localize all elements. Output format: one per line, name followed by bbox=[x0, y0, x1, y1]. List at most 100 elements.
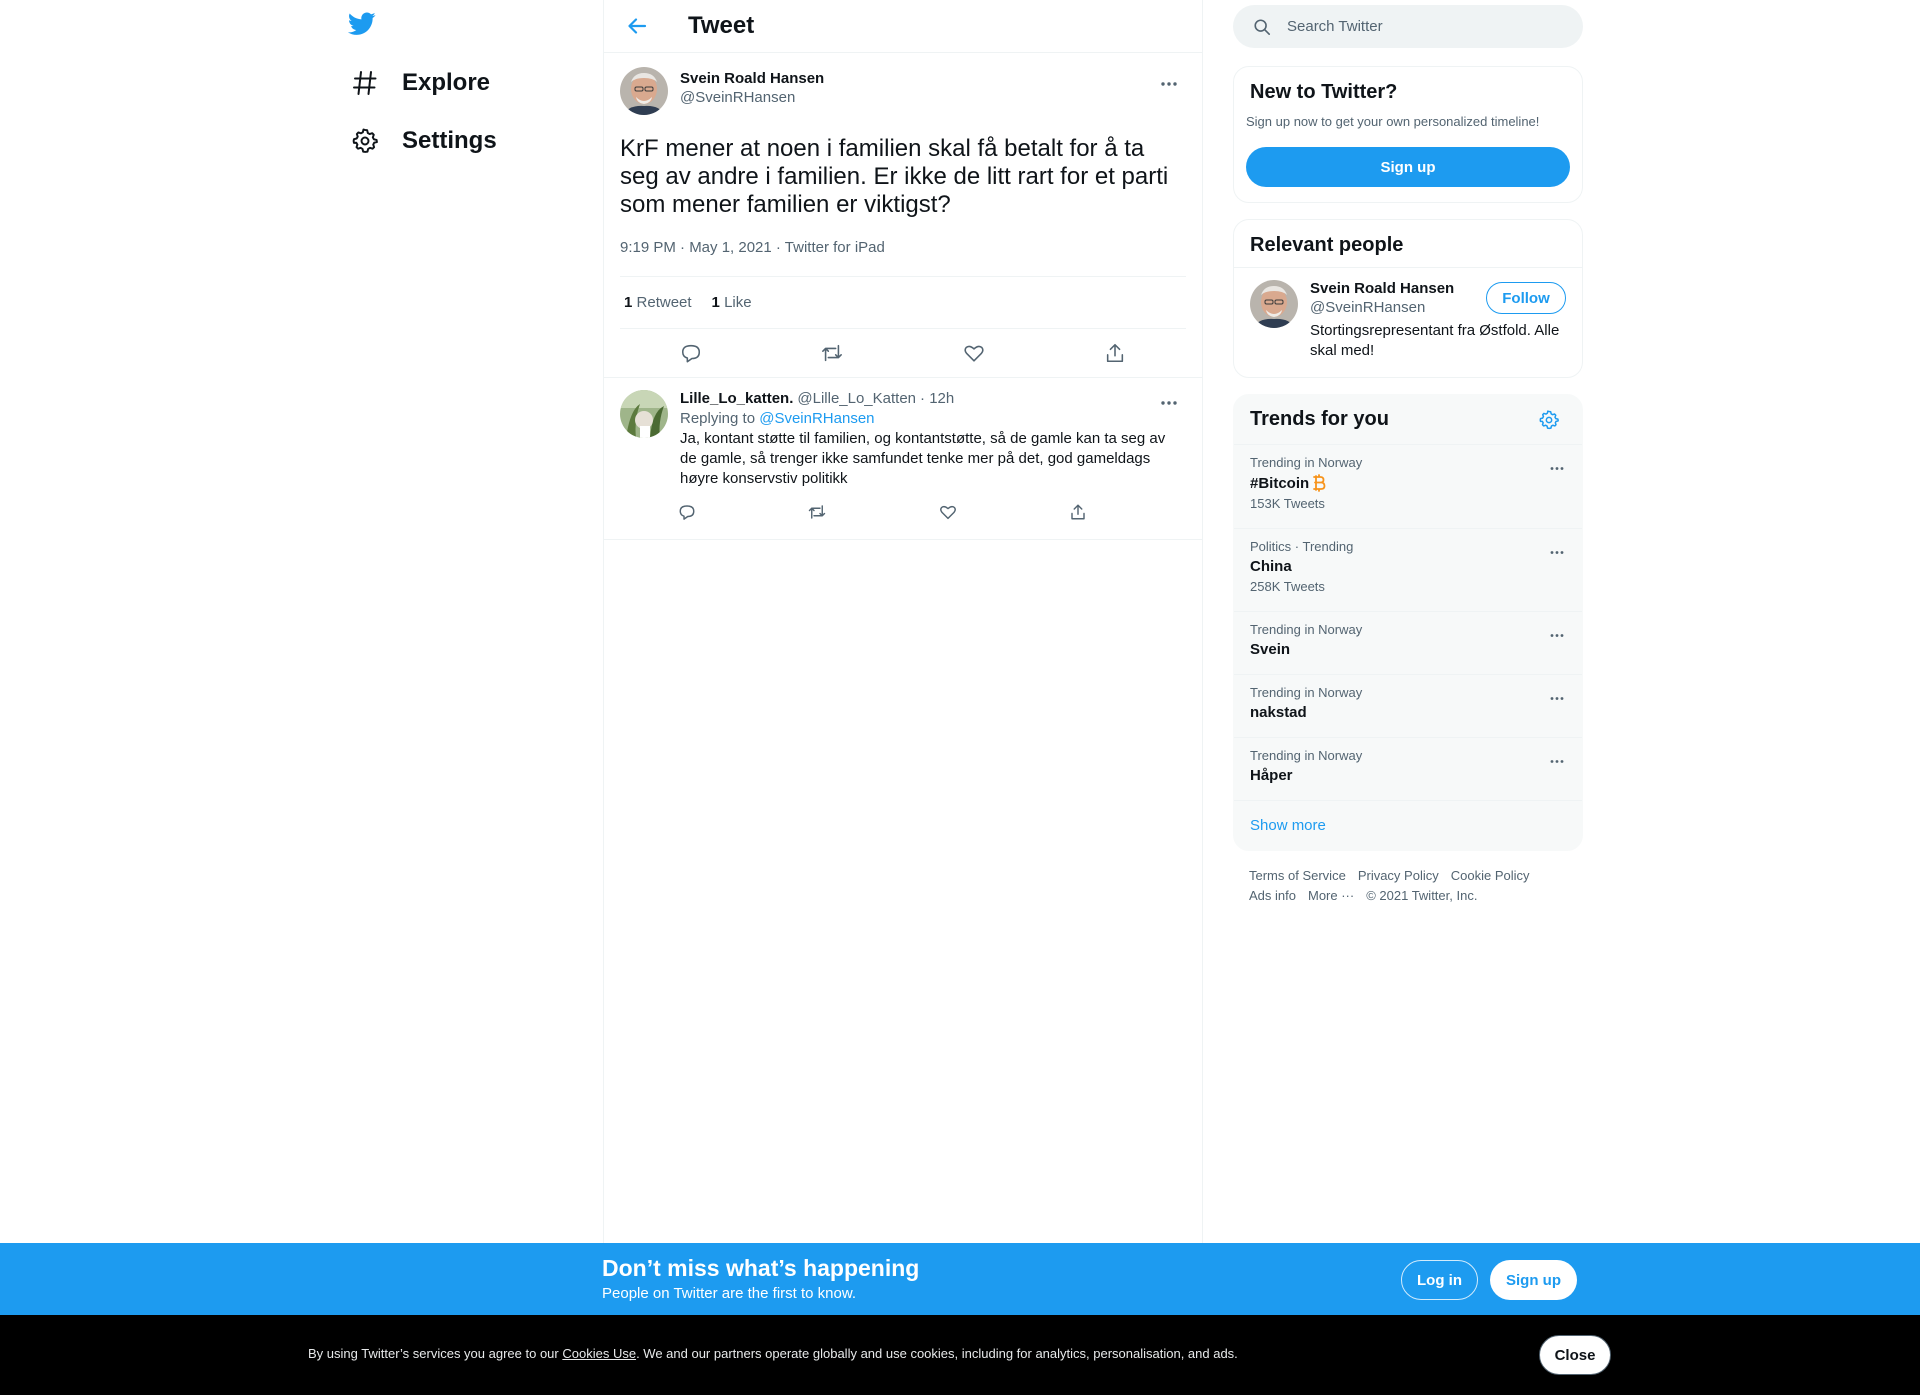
cookie-text: By using Twitter’s services you agree to… bbox=[308, 1346, 1238, 1361]
retweet-button[interactable] bbox=[813, 334, 851, 372]
retweets-count: 1 bbox=[624, 294, 633, 311]
more-dots-icon bbox=[1550, 759, 1564, 763]
cookie-banner: By using Twitter’s services you agree to… bbox=[0, 1315, 1920, 1395]
reply-icon bbox=[679, 505, 695, 520]
footer-links: Terms of Service Privacy Policy Cookie Pol… bbox=[1233, 866, 1583, 906]
show-more-link[interactable]: Show more bbox=[1234, 801, 1582, 850]
reply-author-name[interactable]: Lille_Lo_katten. bbox=[680, 390, 793, 407]
replying-to: Replying to @SveinRHansen bbox=[680, 410, 1186, 427]
heart-icon bbox=[964, 345, 984, 362]
more-options-button[interactable] bbox=[1152, 67, 1186, 101]
focal-tweet: Svein Roald Hansen @SveinRHansen KrF men… bbox=[604, 53, 1202, 377]
gear-icon bbox=[350, 126, 380, 156]
reply-time[interactable]: · 12h bbox=[920, 390, 954, 407]
trend-more-button[interactable] bbox=[1540, 744, 1574, 778]
trend-context: Trending in Norway bbox=[1250, 455, 1363, 470]
trend-name: #Bitcoin bbox=[1250, 474, 1566, 492]
reply-share-button[interactable] bbox=[1061, 495, 1095, 529]
new-to-twitter-title: New to Twitter? bbox=[1250, 81, 1398, 103]
copyright: © 2021 Twitter, Inc. bbox=[1366, 888, 1478, 903]
trend-item[interactable]: Trending in Norway Håper bbox=[1234, 738, 1582, 801]
page-title: Tweet bbox=[688, 12, 755, 39]
follow-button[interactable]: Follow bbox=[1486, 282, 1566, 314]
retweet-icon bbox=[809, 505, 826, 519]
nav-explore[interactable]: Explore bbox=[336, 55, 490, 111]
reply-reply-button[interactable] bbox=[670, 495, 704, 529]
share-icon bbox=[1071, 504, 1085, 520]
nav-settings[interactable]: Settings bbox=[336, 113, 497, 169]
cookie-close-button[interactable]: Close bbox=[1539, 1335, 1611, 1375]
login-button[interactable]: Log in bbox=[1401, 1260, 1478, 1300]
nav-explore-label: Explore bbox=[402, 69, 491, 96]
nav-settings-label: Settings bbox=[402, 127, 497, 154]
signup-button[interactable]: Sign up bbox=[1490, 1260, 1577, 1300]
tweet-actions bbox=[620, 329, 1186, 377]
share-button[interactable] bbox=[1096, 334, 1134, 372]
trend-item[interactable]: Trending in Norway nakstad bbox=[1234, 675, 1582, 738]
trend-more-button[interactable] bbox=[1540, 681, 1574, 715]
avatar[interactable] bbox=[620, 67, 668, 115]
author-name[interactable]: Svein Roald Hansen bbox=[680, 70, 824, 87]
relevant-person-avatar[interactable] bbox=[1250, 280, 1298, 328]
tweet-timestamp[interactable]: 9:19 PM · May 1, 2021 · Twitter for iPad bbox=[620, 239, 1186, 277]
main-header: Tweet bbox=[604, 0, 1202, 53]
promo-title: Don’t miss what’s happening bbox=[602, 1255, 920, 1281]
more-dots-icon bbox=[1161, 401, 1177, 405]
reply-icon bbox=[681, 344, 700, 363]
retweets-label: Retweet bbox=[636, 294, 692, 311]
trend-name: Håper bbox=[1250, 767, 1293, 784]
trend-item[interactable]: Politics · Trending China 258K Tweets bbox=[1234, 529, 1582, 612]
search-icon bbox=[1254, 18, 1271, 35]
reply-retweet-button[interactable] bbox=[800, 495, 834, 529]
trend-item[interactable]: Trending in Norway Svein bbox=[1234, 612, 1582, 675]
focal-tweet-header: Svein Roald Hansen @SveinRHansen bbox=[620, 67, 1186, 115]
more-link[interactable]: More ··· bbox=[1308, 888, 1354, 903]
cookies-use-link[interactable]: Cookies Use bbox=[562, 1346, 636, 1361]
cookie-suffix: . We and our partners operate globally a… bbox=[636, 1346, 1238, 1361]
trends-settings-button[interactable] bbox=[1532, 403, 1566, 437]
new-to-twitter-subtitle: Sign up now to get your own personalized… bbox=[1246, 114, 1540, 129]
tweet-stats: 1 Retweet 1 Like bbox=[620, 277, 1186, 329]
likes-label: Like bbox=[724, 294, 752, 311]
reply-header: Lille_Lo_katten. @Lille_Lo_Katten · 12h bbox=[680, 390, 1186, 407]
new-to-twitter-card: New to Twitter? Sign up now to get your … bbox=[1233, 66, 1583, 203]
reply-avatar[interactable] bbox=[620, 390, 668, 438]
author-handle[interactable]: @SveinRHansen bbox=[680, 89, 824, 106]
tweet-text: KrF mener at noen i familien skal få bet… bbox=[620, 135, 1169, 218]
retweet-icon bbox=[822, 344, 843, 362]
like-button[interactable] bbox=[955, 334, 993, 372]
reply-tweet[interactable]: Lille_Lo_katten. @Lille_Lo_Katten · 12h … bbox=[604, 377, 1202, 540]
trends-title: Trends for you bbox=[1250, 408, 1389, 430]
ads-info-link[interactable]: Ads info bbox=[1249, 888, 1296, 903]
trend-context: Politics · Trending bbox=[1250, 539, 1354, 554]
reply-button[interactable] bbox=[672, 334, 710, 372]
sidebar-signup-button[interactable]: Sign up bbox=[1246, 147, 1570, 187]
cookie-policy-link[interactable]: Cookie Policy bbox=[1451, 868, 1530, 883]
more-dots-icon bbox=[1550, 550, 1564, 554]
login-promo-bar: Don’t miss what’s happening People on Tw… bbox=[0, 1243, 1920, 1315]
retweets-stat[interactable]: 1 Retweet bbox=[624, 294, 692, 311]
bitcoin-icon bbox=[1313, 474, 1326, 492]
back-button[interactable] bbox=[620, 9, 654, 43]
trend-context: Trending in Norway bbox=[1250, 622, 1363, 637]
reply-like-button[interactable] bbox=[931, 495, 965, 529]
replying-to-link[interactable]: @SveinRHansen bbox=[759, 410, 874, 427]
reply-author-handle[interactable]: @Lille_Lo_Katten bbox=[797, 390, 916, 407]
trend-item[interactable]: Trending in Norway #Bitcoin 153K Tweets bbox=[1234, 445, 1582, 529]
trend-more-button[interactable] bbox=[1540, 535, 1574, 569]
trend-name-text: #Bitcoin bbox=[1250, 474, 1310, 492]
trend-more-button[interactable] bbox=[1540, 618, 1574, 652]
heart-icon bbox=[939, 505, 956, 520]
trend-context: Trending in Norway bbox=[1250, 748, 1363, 763]
trend-more-button[interactable] bbox=[1540, 451, 1574, 485]
reply-body: Lille_Lo_katten. @Lille_Lo_Katten · 12h … bbox=[679, 390, 1186, 529]
twitter-logo-icon[interactable] bbox=[348, 12, 382, 42]
reply-actions bbox=[670, 495, 1095, 529]
relevant-person[interactable]: Svein Roald Hansen @SveinRHansen Stortin… bbox=[1234, 268, 1582, 373]
privacy-link[interactable]: Privacy Policy bbox=[1358, 868, 1439, 883]
search-input[interactable]: Search Twitter bbox=[1233, 5, 1583, 48]
gear-icon bbox=[1539, 409, 1559, 429]
reply-more-options-button[interactable] bbox=[1152, 386, 1186, 420]
likes-stat[interactable]: 1 Like bbox=[712, 294, 752, 311]
terms-link[interactable]: Terms of Service bbox=[1249, 868, 1346, 883]
